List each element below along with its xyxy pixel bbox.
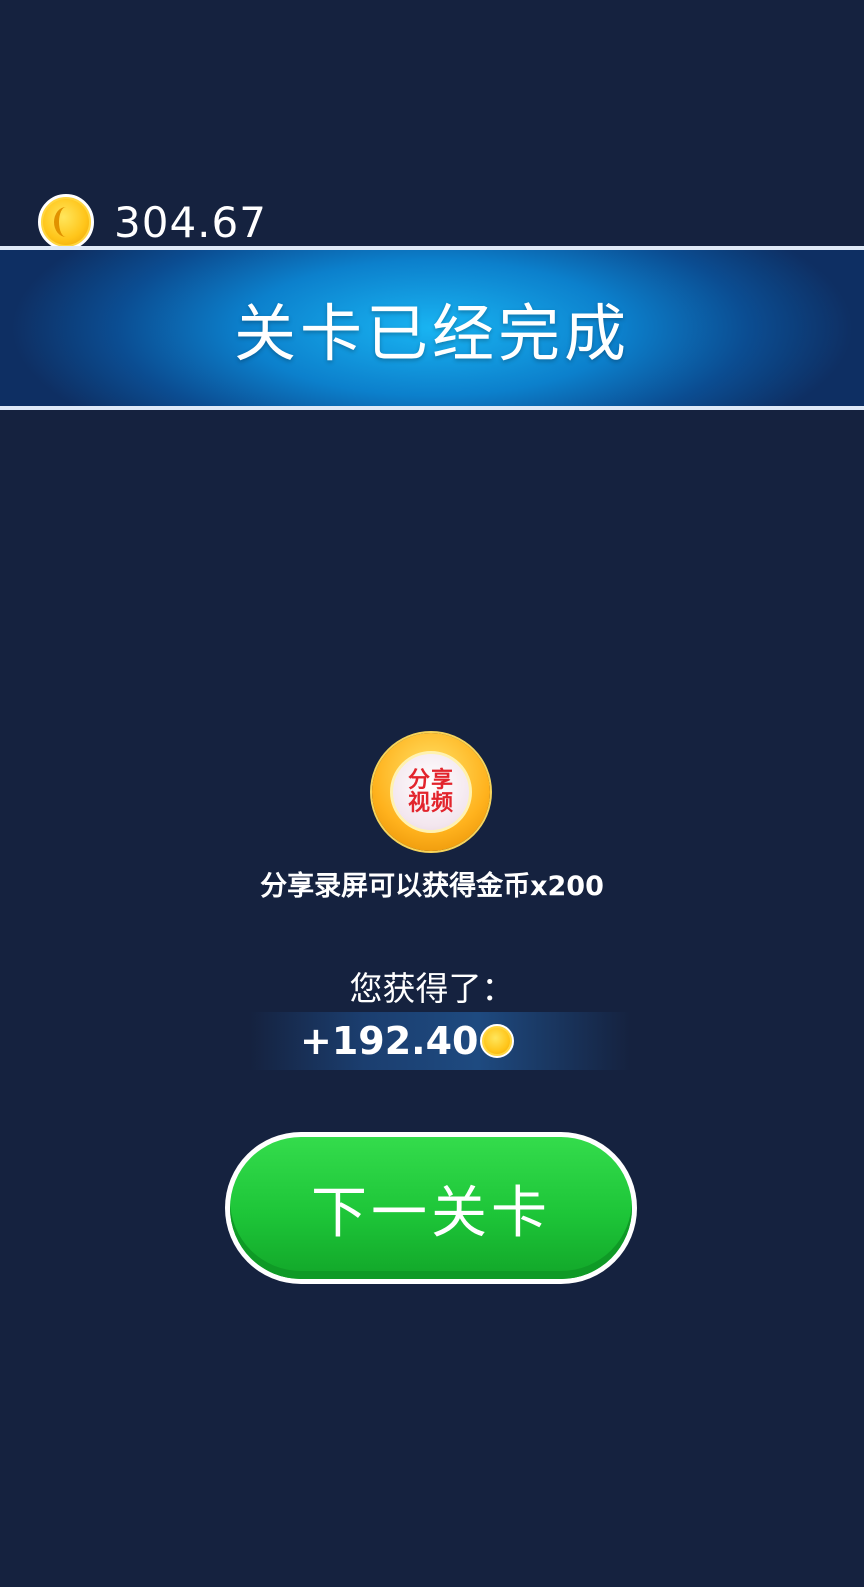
reward-amount: +192.40 bbox=[300, 1019, 479, 1063]
next-level-button[interactable]: 下一关卡 bbox=[225, 1132, 637, 1284]
coin-balance-value: 304.67 bbox=[114, 197, 267, 247]
share-badge-line1: 分享 bbox=[407, 767, 454, 793]
share-reward-hint: 分享录屏可以获得金币x200 bbox=[260, 871, 604, 902]
share-badge-line2: 视频 bbox=[407, 791, 454, 816]
coin-balance: 304.67 bbox=[38, 192, 267, 252]
banner-title: 关卡已经完成 bbox=[233, 297, 630, 370]
next-level-button-face[interactable]: 下一关卡 bbox=[230, 1137, 632, 1279]
share-video-icon: 分享 视频 bbox=[390, 751, 472, 833]
level-complete-banner: 关卡已经完成 bbox=[0, 246, 864, 410]
share-video-button[interactable]: 分享 视频 bbox=[372, 733, 490, 851]
next-level-label: 下一关卡 bbox=[311, 1180, 551, 1246]
reward-strip: +192.40 bbox=[250, 1012, 630, 1070]
earned-label: 您获得了： bbox=[349, 969, 515, 1008]
gold-coin-icon bbox=[480, 1024, 515, 1058]
gold-coin-icon bbox=[38, 194, 94, 250]
